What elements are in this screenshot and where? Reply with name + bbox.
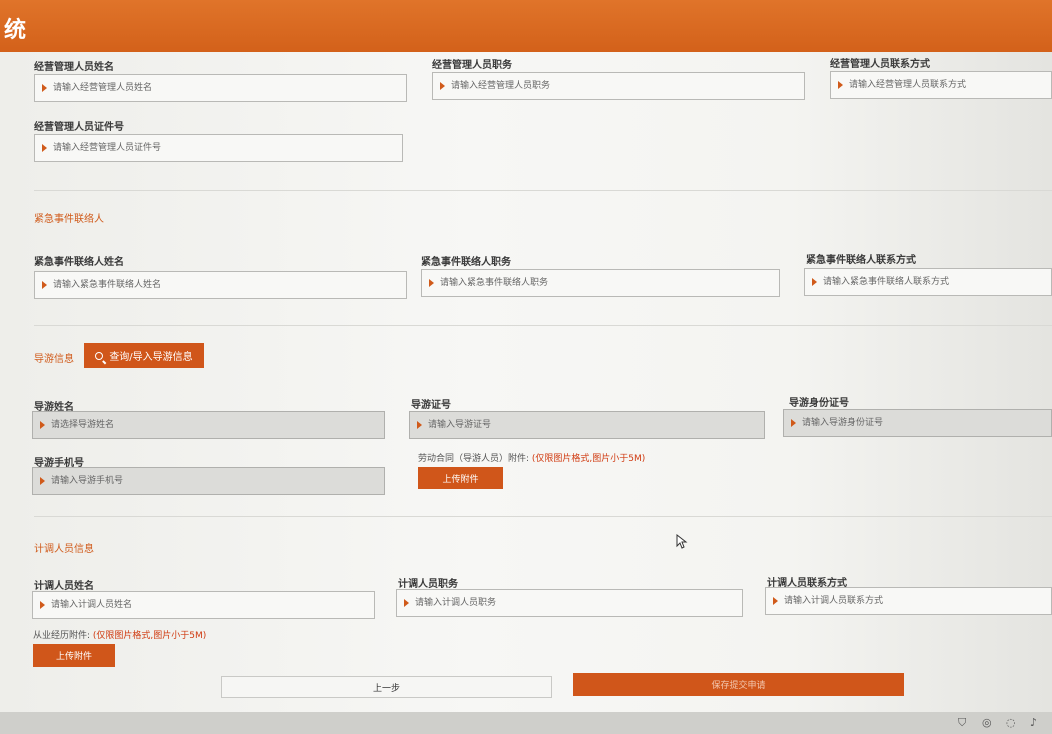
manager-position-field[interactable]	[432, 72, 805, 100]
emergency-section-title: 紧急事件联络人	[34, 214, 104, 225]
section-divider	[34, 516, 1052, 517]
network-icon[interactable]: ◎	[982, 716, 992, 729]
guide-phone-field[interactable]	[32, 467, 385, 495]
mouse-cursor-icon	[676, 534, 688, 549]
emergency-contact-input[interactable]	[805, 269, 1051, 295]
planner-name-field[interactable]	[32, 591, 375, 619]
planner-name-input[interactable]	[33, 592, 374, 618]
section-divider	[34, 325, 1052, 326]
planner-upload-button[interactable]: 上传附件	[33, 644, 115, 667]
manager-contact-field[interactable]	[830, 71, 1052, 99]
guide-license-label: 导游证号	[411, 400, 451, 411]
app-header: 统	[0, 0, 1052, 52]
manager-position-input[interactable]	[433, 73, 804, 99]
security-icon[interactable]: ◌	[1006, 716, 1016, 729]
planner-name-label: 计调人员姓名	[34, 581, 94, 592]
import-guide-button-label: 查询/导入导游信息	[109, 352, 193, 363]
planner-attachment-warning: (仅限图片格式,图片小于5M)	[92, 631, 207, 641]
guide-phone-input[interactable]	[33, 468, 384, 494]
manager-contact-input[interactable]	[831, 72, 1051, 98]
emergency-position-field[interactable]	[421, 269, 780, 297]
emergency-name-label: 紧急事件联络人姓名	[34, 257, 124, 268]
planner-section-title: 计调人员信息	[34, 544, 94, 555]
guide-name-field[interactable]	[32, 411, 385, 439]
manager-position-label: 经营管理人员职务	[432, 60, 512, 71]
guide-id-field[interactable]	[783, 409, 1052, 437]
emergency-contact-label: 紧急事件联络人联系方式	[806, 255, 916, 266]
guide-license-input[interactable]	[410, 412, 764, 438]
planner-position-field[interactable]	[396, 589, 743, 617]
guide-id-label: 导游身份证号	[789, 398, 849, 409]
search-icon	[95, 351, 104, 360]
section-divider	[34, 190, 1052, 191]
emergency-position-label: 紧急事件联络人职务	[421, 257, 511, 268]
guide-attachment-note: 劳动合同（导游人员）附件: (仅限图片格式,图片小于5M)	[418, 451, 645, 464]
planner-contact-field[interactable]	[765, 587, 1052, 615]
taskbar	[0, 712, 1052, 734]
guide-section-title: 导游信息	[34, 354, 74, 365]
shield-icon[interactable]: ⛉	[958, 716, 966, 730]
prev-step-button[interactable]: 上一步	[221, 676, 552, 698]
planner-attachment-note-text: 从业经历附件:	[33, 631, 91, 641]
planner-attachment-note: 从业经历附件: (仅限图片格式,图片小于5M)	[33, 628, 206, 641]
planner-contact-input[interactable]	[766, 588, 1051, 614]
manager-name-label: 经营管理人员姓名	[34, 62, 114, 73]
planner-position-label: 计调人员职务	[398, 579, 458, 590]
guide-name-select[interactable]	[33, 412, 384, 438]
guide-attachment-warning: (仅限图片格式,图片小于5M)	[531, 454, 646, 464]
emergency-position-input[interactable]	[422, 270, 779, 296]
manager-id-input[interactable]	[35, 135, 402, 161]
guide-id-input[interactable]	[784, 410, 1051, 436]
emergency-name-input[interactable]	[35, 272, 406, 298]
guide-license-field[interactable]	[409, 411, 765, 439]
planner-position-input[interactable]	[397, 590, 742, 616]
volume-icon[interactable]: ♪	[1030, 716, 1037, 729]
app-title: 统	[4, 18, 27, 43]
import-guide-button[interactable]: 查询/导入导游信息	[84, 343, 204, 368]
guide-upload-button[interactable]: 上传附件	[418, 467, 503, 489]
emergency-contact-field[interactable]	[804, 268, 1052, 296]
submit-application-button[interactable]: 保存提交申请	[573, 673, 904, 696]
emergency-name-field[interactable]	[34, 271, 407, 299]
manager-contact-label: 经营管理人员联系方式	[830, 59, 930, 70]
manager-id-label: 经营管理人员证件号	[34, 122, 124, 133]
guide-attachment-note-text: 劳动合同（导游人员）附件:	[418, 454, 530, 464]
manager-id-field[interactable]	[34, 134, 403, 162]
manager-name-field[interactable]	[34, 74, 407, 102]
manager-name-input[interactable]	[35, 75, 406, 101]
